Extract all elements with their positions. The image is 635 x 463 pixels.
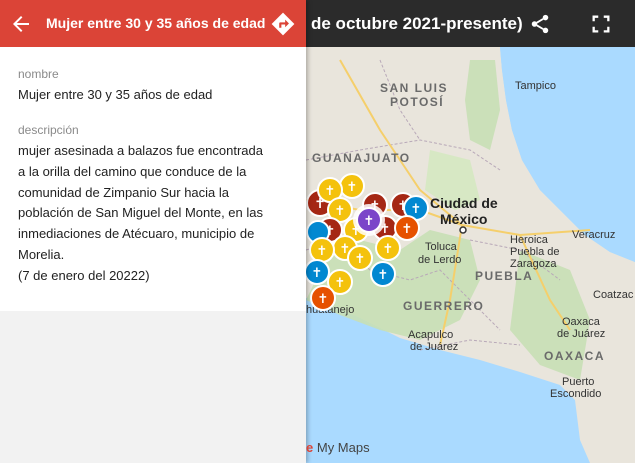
description-line: comunidad de Zimpanio Sur hacia la bbox=[18, 184, 230, 200]
description-label: descripción bbox=[18, 123, 79, 137]
directions-icon[interactable] bbox=[270, 11, 296, 37]
svg-text:✝: ✝ bbox=[318, 292, 329, 307]
capital-dot bbox=[459, 226, 467, 234]
description-line: Morelia. bbox=[18, 246, 65, 262]
map-marker[interactable]: ✝ bbox=[339, 173, 365, 199]
panel-title: Mujer entre 30 y 35 años de edad bbox=[46, 15, 266, 31]
map-label: Coatzac bbox=[593, 289, 634, 301]
fullscreen-icon[interactable] bbox=[590, 13, 612, 35]
description-line: mujer asesinada a balazos fue encontrada bbox=[18, 143, 263, 158]
svg-text:✝: ✝ bbox=[402, 222, 413, 237]
arrow-left-icon[interactable] bbox=[9, 12, 33, 36]
svg-text:✝: ✝ bbox=[312, 266, 323, 281]
detail-panel: Mujer entre 30 y 35 años de edad nombre … bbox=[0, 0, 306, 463]
svg-text:✝: ✝ bbox=[378, 268, 389, 283]
name-value: Mujer entre 30 y 35 años de edad bbox=[18, 87, 213, 102]
svg-text:✝: ✝ bbox=[335, 276, 346, 291]
description-line: inmediaciones de Atécuaro, municipio de bbox=[18, 226, 255, 242]
map-label: Puebla de bbox=[510, 246, 560, 258]
svg-text:✝: ✝ bbox=[364, 214, 375, 229]
map-label: PUEBLA bbox=[475, 269, 533, 283]
svg-text:✝: ✝ bbox=[383, 242, 394, 257]
svg-text:✝: ✝ bbox=[335, 204, 346, 219]
share-icon[interactable] bbox=[529, 13, 551, 35]
svg-text:✝: ✝ bbox=[317, 244, 328, 259]
map-marker[interactable]: ✝ bbox=[347, 245, 373, 271]
svg-text:✝: ✝ bbox=[411, 202, 422, 217]
map-marker[interactable]: ✝ bbox=[375, 235, 401, 261]
map-label: Tampico bbox=[515, 80, 556, 92]
map-title: de octubre 2021-presente) bbox=[311, 14, 523, 33]
google-logo-fragment: e bbox=[306, 440, 314, 455]
map-marker[interactable]: ✝ bbox=[304, 259, 330, 285]
description-value: mujer asesinada a balazos fue encontrada… bbox=[18, 141, 290, 287]
map-label: Toluca bbox=[425, 241, 458, 253]
map-label: de Juárez bbox=[410, 341, 458, 353]
map-marker-selected[interactable]: ✝ bbox=[353, 204, 385, 236]
map-label: POTOSÍ bbox=[390, 94, 444, 109]
map-label: Escondido bbox=[550, 388, 601, 400]
map-label: SAN LUIS bbox=[380, 81, 448, 95]
my-maps-attribution[interactable]: e My Maps bbox=[306, 440, 370, 455]
feature-details: nombre Mujer entre 30 y 35 años de edad … bbox=[0, 47, 306, 311]
map-label: de Lerdo bbox=[418, 254, 461, 266]
description-line: a la orilla del camino que conduce de la bbox=[18, 163, 247, 179]
description-line: población de San Miguel del Monte, en la… bbox=[18, 205, 263, 221]
map-label: GUERRERO bbox=[403, 299, 484, 313]
svg-text:✝: ✝ bbox=[355, 252, 366, 267]
description-line: (7 de enero del 20222) bbox=[18, 267, 150, 283]
attribution-text: My Maps bbox=[316, 440, 370, 455]
map-label: Veracruz bbox=[572, 229, 615, 241]
map-label: GUANAJUATO bbox=[312, 151, 411, 165]
map-label: Ciudad de bbox=[430, 195, 498, 211]
map-label: Acapulco bbox=[408, 329, 453, 341]
svg-text:✝: ✝ bbox=[347, 180, 358, 195]
map-marker[interactable]: ✝ bbox=[309, 237, 335, 263]
map-marker[interactable]: ✝ bbox=[394, 215, 420, 241]
map-label: Puerto bbox=[562, 376, 594, 388]
map-label: Oaxaca bbox=[562, 316, 601, 328]
map-marker[interactable]: ✝ bbox=[310, 285, 336, 311]
map-label: OAXACA bbox=[544, 349, 605, 363]
map-label: de Juárez bbox=[557, 328, 605, 340]
svg-text:✝: ✝ bbox=[325, 184, 336, 199]
panel-header: Mujer entre 30 y 35 años de edad bbox=[0, 0, 306, 47]
name-label: nombre bbox=[18, 67, 59, 81]
map-marker[interactable]: ✝ bbox=[370, 261, 396, 287]
map-label: México bbox=[440, 211, 487, 227]
map-label: Heroica bbox=[510, 234, 549, 246]
